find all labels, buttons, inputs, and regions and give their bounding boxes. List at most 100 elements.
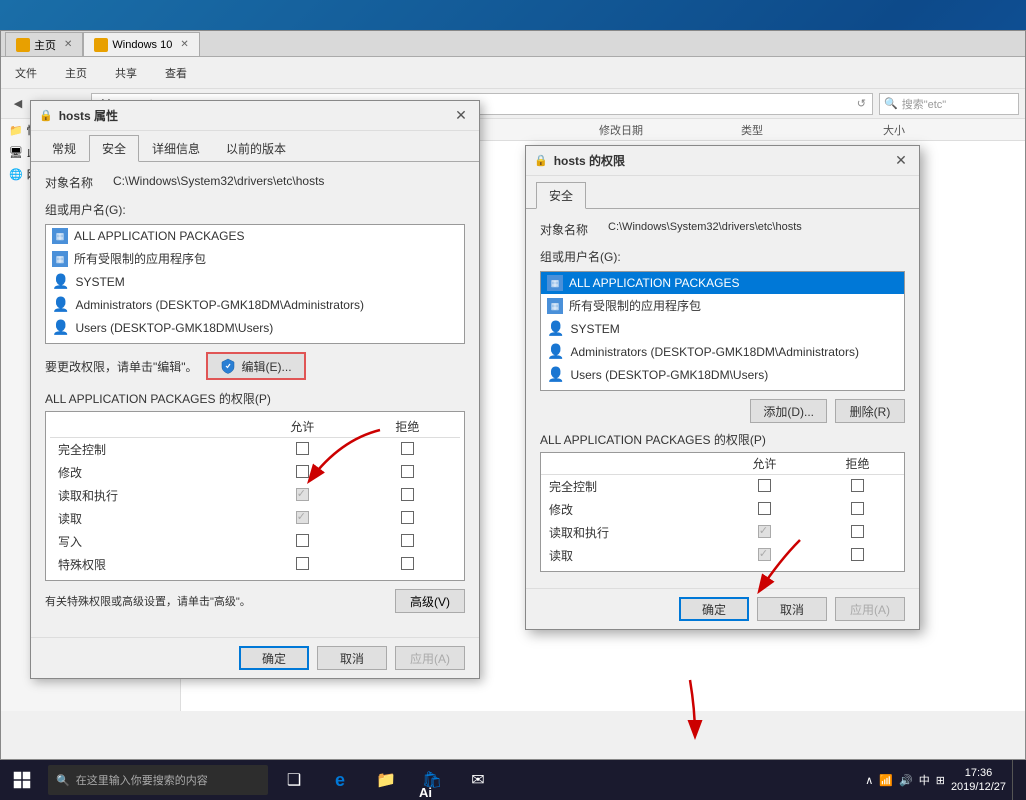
nav-back-btn[interactable]: ◀ xyxy=(7,93,29,115)
dialog1-cancel-btn[interactable]: 取消 xyxy=(317,646,387,670)
dialog2-user-icon-4: 👤 xyxy=(547,343,564,360)
taskbar-network-icon[interactable]: 📶 xyxy=(879,774,893,787)
dialog1-perm-label-text: ALL APPLICATION PACKAGES 的权限(P) xyxy=(45,392,271,406)
taskbar-grid-icon[interactable]: ⊞ xyxy=(936,774,945,787)
user-group-icon-1: ▦ xyxy=(52,228,68,244)
taskbar-task-view[interactable]: ❑ xyxy=(272,760,316,800)
dialog2-perm-deny-4[interactable] xyxy=(811,567,904,572)
taskbar-lang[interactable]: 中 xyxy=(919,772,930,788)
col-type[interactable]: 类型 xyxy=(737,122,879,138)
taskbar-mail[interactable]: ✉ xyxy=(456,760,500,800)
dialog2-user-3[interactable]: 👤 SYSTEM xyxy=(541,317,904,340)
perm-col-allow: 允许 xyxy=(250,416,355,438)
dialog2-perm-deny-2[interactable] xyxy=(811,521,904,544)
dialog1-advanced-btn[interactable]: 高级(V) xyxy=(395,589,465,613)
tab-win10-close[interactable]: ✕ xyxy=(180,39,188,50)
ribbon-view[interactable]: 查看 xyxy=(159,63,193,83)
dialog1-edit-section: 要更改权限，请单击"编辑"。 编辑(E)... xyxy=(45,352,465,380)
dialog1-perm-label: ALL APPLICATION PACKAGES 的权限(P) xyxy=(45,390,465,407)
dialog2-ok-btn[interactable]: 确定 xyxy=(679,597,749,621)
taskbar-volume-icon[interactable]: 🔊 xyxy=(899,774,913,787)
dialog1-apply-btn[interactable]: 应用(A) xyxy=(395,646,465,670)
col-size[interactable]: 大小 xyxy=(879,122,1021,138)
ribbon-home[interactable]: 主页 xyxy=(59,63,93,83)
user-icon-4: 👤 xyxy=(52,296,69,313)
taskbar-clock[interactable]: 17:36 2019/12/27 xyxy=(951,766,1006,795)
dialog1-edit-btn[interactable]: 编辑(E)... xyxy=(206,352,306,380)
start-button[interactable] xyxy=(0,760,44,800)
tab-windows10[interactable]: Windows 10 ✕ xyxy=(83,32,199,56)
dialog2-titlebar[interactable]: 🔒 hosts 的权限 ✕ xyxy=(526,146,919,176)
dialog2-close-btn[interactable]: ✕ xyxy=(891,151,911,171)
dialog1-ok-btn[interactable]: 确定 xyxy=(239,646,309,670)
dialog2-perm-deny-3[interactable] xyxy=(811,544,904,567)
dialog2-perm-allow-3[interactable] xyxy=(718,544,811,567)
taskbar-chevron[interactable]: ∧ xyxy=(865,774,873,787)
dialog1-perm-deny-5[interactable] xyxy=(355,553,460,576)
dialog2-perm-deny-1[interactable] xyxy=(811,498,904,521)
dialog1-tab-details[interactable]: 详细信息 xyxy=(139,135,213,161)
taskbar-store[interactable]: 🛍 xyxy=(410,760,454,800)
dialog1-user-3[interactable]: 👤 SYSTEM xyxy=(46,270,464,293)
dialog2-perm-allow-0[interactable] xyxy=(718,475,811,499)
tab-home-close[interactable]: ✕ xyxy=(64,39,72,50)
dialog2-user-5[interactable]: 👤 Users (DESKTOP-GMK18DM\Users) xyxy=(541,363,904,386)
ribbon-file[interactable]: 文件 xyxy=(9,63,43,83)
shield-icon xyxy=(220,358,236,374)
dialog2-perm-allow-2[interactable] xyxy=(718,521,811,544)
perm-col-deny: 拒绝 xyxy=(355,416,460,438)
dialog2-user-4[interactable]: 👤 Administrators (DESKTOP-GMK18DM\Admini… xyxy=(541,340,904,363)
dialog1-user-5-label: Users (DESKTOP-GMK18DM\Users) xyxy=(75,321,273,335)
dialog1-perm-deny-0[interactable] xyxy=(355,438,460,462)
dialog2-user-2[interactable]: ▦ 所有受限制的应用程序包 xyxy=(541,294,904,317)
dialog1-perm-deny-3[interactable] xyxy=(355,507,460,530)
dialog2-perm-deny-0[interactable] xyxy=(811,475,904,499)
dialog1-perm-deny-4[interactable] xyxy=(355,530,460,553)
dialog1-titlebar[interactable]: 🔒 hosts 属性 ✕ xyxy=(31,101,479,131)
dialog1-user-1[interactable]: ▦ ALL APPLICATION PACKAGES xyxy=(46,225,464,247)
dialog2-user-1[interactable]: ▦ ALL APPLICATION PACKAGES xyxy=(541,272,904,294)
tab-home[interactable]: 主页 ✕ xyxy=(5,32,83,56)
dialog1-edit-label: 编辑(E)... xyxy=(242,358,292,375)
dialog2-user-list[interactable]: ▦ ALL APPLICATION PACKAGES ▦ 所有受限制的应用程序包… xyxy=(540,271,905,391)
dialog2-apply-btn[interactable]: 应用(A) xyxy=(835,597,905,621)
dialog1-perm-allow-0[interactable] xyxy=(250,438,355,462)
dialog1-perm-allow-4[interactable] xyxy=(250,530,355,553)
dialog2-perm-name-1: 修改 xyxy=(541,498,718,521)
dialog1-perm-allow-5[interactable] xyxy=(250,553,355,576)
taskbar-search[interactable]: 🔍 在这里输入你要搜索的内容 xyxy=(48,765,268,795)
desktop: 主页 ✕ Windows 10 ✕ 文件 主页 共享 查看 ◀ ▶ ▲ driv… xyxy=(0,0,1026,800)
taskbar-edge[interactable]: e xyxy=(318,760,362,800)
taskbar-file-explorer[interactable]: 📁 xyxy=(364,760,408,800)
taskbar-date: 2019/12/27 xyxy=(951,780,1006,794)
dialog1-user-list[interactable]: ▦ ALL APPLICATION PACKAGES ▦ 所有受限制的应用程序包… xyxy=(45,224,465,344)
dialog1-perm-deny-2[interactable] xyxy=(355,484,460,507)
dialog2-add-btn[interactable]: 添加(D)... xyxy=(750,399,827,423)
dialog2-cancel-btn[interactable]: 取消 xyxy=(757,597,827,621)
col-date[interactable]: 修改日期 xyxy=(595,122,737,138)
dialog1-perm-allow-2[interactable] xyxy=(250,484,355,507)
address-refresh-btn[interactable]: ↺ xyxy=(857,97,866,110)
dialog1-tab-prev[interactable]: 以前的版本 xyxy=(213,135,299,161)
dialog1-user-5[interactable]: 👤 Users (DESKTOP-GMK18DM\Users) xyxy=(46,316,464,339)
dialog2-tab-security[interactable]: 安全 xyxy=(536,182,586,209)
dialog1-perm-allow-3[interactable] xyxy=(250,507,355,530)
dialog1-tab-security[interactable]: 安全 xyxy=(89,135,139,162)
ribbon-share[interactable]: 共享 xyxy=(109,63,143,83)
dialog1-perm-allow-1[interactable] xyxy=(250,461,355,484)
ai-text: Ai xyxy=(419,785,432,800)
dialog1-perm-deny-1[interactable] xyxy=(355,461,460,484)
dialog1-perm-table: 允许 拒绝 完全控制修改读取和执行读取写入特殊权限 xyxy=(50,416,460,576)
dialog2-perm-allow-4[interactable] xyxy=(718,567,811,572)
dialog1-footer: 确定 取消 应用(A) xyxy=(31,637,479,678)
dialog1-user-4[interactable]: 👤 Administrators (DESKTOP-GMK18DM\Admini… xyxy=(46,293,464,316)
dialog2-remove-btn[interactable]: 删除(R) xyxy=(835,399,905,423)
search-box[interactable]: 🔍 搜索"etc" xyxy=(879,93,1019,115)
show-desktop-btn[interactable] xyxy=(1012,760,1018,800)
dialog2-perm-allow-1[interactable] xyxy=(718,498,811,521)
explorer-ribbon: 文件 主页 共享 查看 xyxy=(1,57,1025,89)
dialog1-close-btn[interactable]: ✕ xyxy=(451,106,471,126)
dialog1-user-2[interactable]: ▦ 所有受限制的应用程序包 xyxy=(46,247,464,270)
dialog1-tab-general[interactable]: 常规 xyxy=(39,135,89,161)
dialog-hosts-properties: 🔒 hosts 属性 ✕ 常规 安全 详细信息 以前的版本 对象名称 C:\Wi… xyxy=(30,100,480,679)
